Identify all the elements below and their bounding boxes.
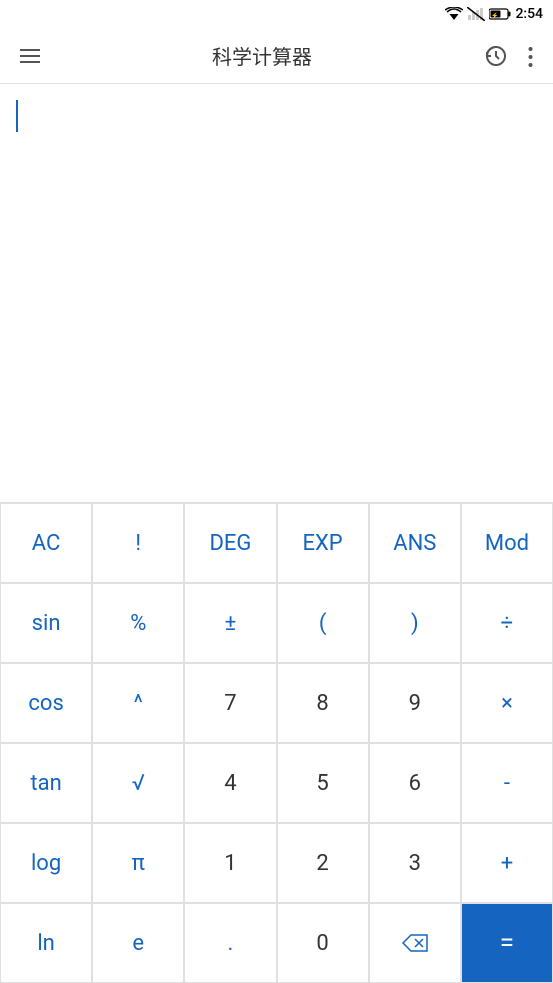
key-mod[interactable]: Mod (461, 503, 553, 583)
menu-button[interactable] (12, 41, 48, 71)
toolbar-actions (476, 35, 541, 77)
key--[interactable]: ) (369, 583, 461, 663)
key-6[interactable]: 6 (369, 743, 461, 823)
key-5[interactable]: 5 (277, 743, 369, 823)
key-e[interactable]: e (92, 903, 184, 983)
key-8[interactable]: 8 (277, 663, 369, 743)
key--[interactable]: % (92, 583, 184, 663)
key--[interactable]: ± (184, 583, 276, 663)
key-ans[interactable]: ANS (369, 503, 461, 583)
key-7[interactable]: 7 (184, 663, 276, 743)
cursor (16, 100, 18, 132)
key-2[interactable]: 2 (277, 823, 369, 903)
key-row-5: lne.0 = (0, 903, 553, 983)
status-icons: ⚡ 2:54 (445, 6, 543, 22)
keypad: AC!DEGEXPANSModsin%±()÷cos^789×tan√456-l… (0, 503, 553, 983)
key--[interactable]: ! (92, 503, 184, 583)
key--[interactable]: + (461, 823, 553, 903)
key-9[interactable]: 9 (369, 663, 461, 743)
history-icon (484, 44, 508, 68)
key-row-4: logπ123+ (0, 823, 553, 903)
toolbar-title: 科学计算器 (48, 41, 476, 70)
signal-icon (467, 7, 485, 21)
key--[interactable]: ( (277, 583, 369, 663)
key-log[interactable]: log (0, 823, 92, 903)
key-sin[interactable]: sin (0, 583, 92, 663)
more-icon (528, 46, 533, 68)
key-exp[interactable]: EXP (277, 503, 369, 583)
key-1[interactable]: 1 (184, 823, 276, 903)
battery-icon: ⚡ (489, 8, 511, 20)
calculator-display (0, 84, 553, 503)
key--[interactable]: π (92, 823, 184, 903)
key--[interactable]: ÷ (461, 583, 553, 663)
key-3[interactable]: 3 (369, 823, 461, 903)
svg-text:⚡: ⚡ (491, 12, 498, 20)
backspace-icon (401, 933, 429, 953)
key--[interactable]: √ (92, 743, 184, 823)
status-bar: ⚡ 2:54 (0, 0, 553, 28)
toolbar: 科学计算器 (0, 28, 553, 84)
key--[interactable]: = (461, 903, 553, 983)
key-row-2: cos^789× (0, 663, 553, 743)
key--[interactable]: . (184, 903, 276, 983)
key-cos[interactable]: cos (0, 663, 92, 743)
key--[interactable]: × (461, 663, 553, 743)
key--[interactable]: - (461, 743, 553, 823)
status-time: 2:54 (515, 6, 543, 22)
key-ln[interactable]: ln (0, 903, 92, 983)
key-4[interactable]: 4 (184, 743, 276, 823)
key-row-0: AC!DEGEXPANSMod (0, 503, 553, 583)
key-row-3: tan√456- (0, 743, 553, 823)
wifi-icon (445, 7, 463, 21)
key--[interactable] (369, 903, 461, 983)
key-row-1: sin%±()÷ (0, 583, 553, 663)
key-0[interactable]: 0 (277, 903, 369, 983)
history-button[interactable] (476, 35, 516, 77)
more-options-button[interactable] (520, 35, 541, 76)
key-deg[interactable]: DEG (184, 503, 276, 583)
key-ac[interactable]: AC (0, 503, 92, 583)
key-tan[interactable]: tan (0, 743, 92, 823)
key--[interactable]: ^ (92, 663, 184, 743)
